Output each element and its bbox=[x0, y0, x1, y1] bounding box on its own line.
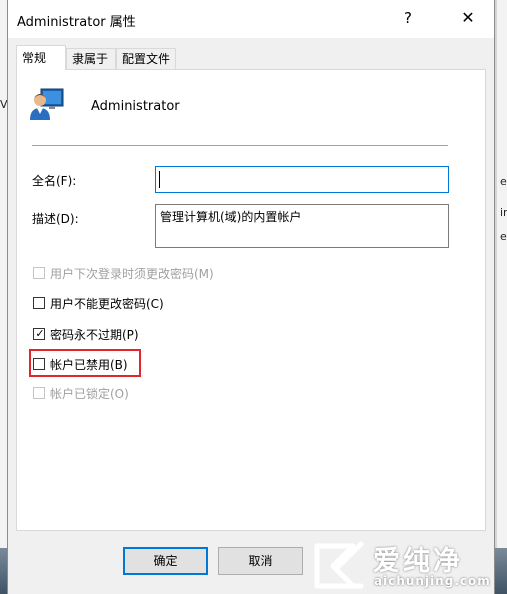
fullname-label: 全名(F): bbox=[32, 174, 77, 188]
description-label: 描述(D): bbox=[32, 212, 79, 226]
screen: V e ir e Administrator 属性 ? ✕ 常规 隶属于 配置文… bbox=[0, 0, 507, 594]
close-button[interactable]: ✕ bbox=[456, 6, 480, 30]
general-tab-panel: Administrator 全名(F): 描述(D): 管理计算机(域)的内置帐… bbox=[16, 69, 486, 531]
window-title: Administrator 属性 bbox=[17, 15, 136, 30]
checkbox-box[interactable] bbox=[33, 297, 45, 309]
background-window-left: V bbox=[0, 0, 8, 594]
user-name: Administrator bbox=[91, 99, 180, 114]
watermark-url: aichunjing.com bbox=[374, 574, 491, 588]
background-text: e bbox=[500, 230, 507, 243]
watermark-title: 爱纯净 bbox=[373, 546, 463, 577]
highlight-annotation bbox=[29, 349, 141, 377]
title-bar[interactable]: Administrator 属性 ? ✕ bbox=[8, 0, 494, 38]
checkbox-label: 用户下次登录时须更改密码(M) bbox=[50, 267, 214, 281]
properties-dialog: Administrator 属性 ? ✕ 常规 隶属于 配置文件 Adminis… bbox=[7, 0, 495, 594]
watermark: 爱纯净 aichunjing.com bbox=[311, 538, 507, 594]
tab-member-of[interactable]: 隶属于 bbox=[66, 48, 116, 69]
cancel-button[interactable]: 取消 bbox=[218, 547, 303, 575]
help-button[interactable]: ? bbox=[396, 6, 420, 30]
tab-profile[interactable]: 配置文件 bbox=[116, 48, 176, 69]
tab-general[interactable]: 常规 bbox=[16, 45, 66, 70]
fullname-input[interactable] bbox=[155, 166, 449, 193]
background-text: e bbox=[500, 175, 507, 188]
watermark-logo-icon bbox=[314, 541, 364, 589]
checkmark-icon: ✓ bbox=[35, 327, 45, 340]
background-text: ir bbox=[500, 206, 507, 219]
ok-button[interactable]: 确定 bbox=[123, 547, 208, 575]
background-window-right: e ir e bbox=[496, 0, 507, 594]
user-account-icon bbox=[30, 88, 64, 120]
checkbox-label: 密码永不过期(P) bbox=[50, 328, 139, 342]
checkbox-box[interactable] bbox=[33, 387, 45, 399]
checkbox-box[interactable]: ✓ bbox=[33, 327, 45, 340]
checkbox-box[interactable] bbox=[33, 267, 45, 279]
checkbox-label: 帐户已锁定(O) bbox=[50, 387, 129, 401]
separator bbox=[32, 145, 448, 146]
text-caret bbox=[159, 171, 160, 188]
description-input[interactable]: 管理计算机(域)的内置帐户 bbox=[155, 204, 449, 248]
checkbox-label: 用户不能更改密码(C) bbox=[50, 297, 164, 311]
